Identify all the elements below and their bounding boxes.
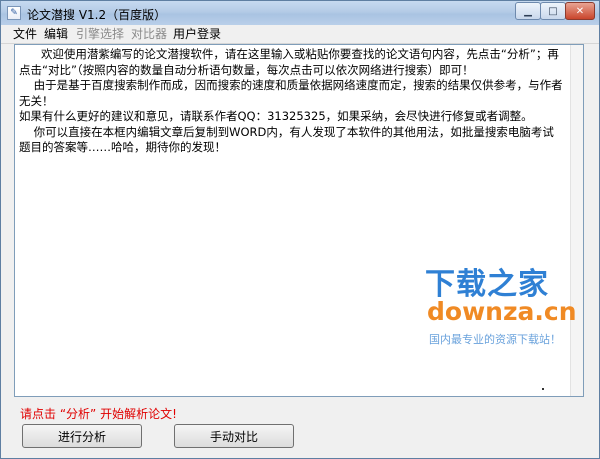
article-text[interactable]: 欢迎使用潜紫编写的论文潜搜软件，请在这里输入或粘贴你要查找的论文语句内容，先点击… bbox=[19, 47, 565, 156]
minimize-icon: ▁ bbox=[524, 5, 532, 17]
menu-user-login[interactable]: 用户登录 bbox=[173, 27, 221, 41]
close-button[interactable]: ✕ bbox=[565, 2, 595, 20]
manual-compare-button[interactable]: 手动对比 bbox=[174, 424, 294, 448]
menu-engine-select[interactable]: 引擎选择 bbox=[76, 27, 124, 41]
menu-file[interactable]: 文件 bbox=[13, 27, 37, 41]
watermark-logo: 下载之家 downza.cn 国内最专业的资源下载站！ bbox=[425, 259, 585, 349]
app-icon: ✎ bbox=[7, 6, 21, 20]
menu-edit[interactable]: 编辑 bbox=[44, 27, 68, 41]
app-window: ✎ 论文潜搜 V1.2（百度版） ▁ □ ✕ 文件 编辑 引擎选择 对比器 用户… bbox=[0, 0, 600, 459]
maximize-icon: □ bbox=[548, 5, 558, 17]
analyze-button[interactable]: 进行分析 bbox=[22, 424, 142, 448]
watermark-url: downza.cn bbox=[427, 297, 577, 326]
close-icon: ✕ bbox=[575, 5, 585, 17]
editor-marker bbox=[542, 388, 544, 390]
title-bar: ✎ 论文潜搜 V1.2（百度版） ▁ □ ✕ bbox=[1, 1, 599, 25]
menu-comparator[interactable]: 对比器 bbox=[131, 27, 167, 41]
minimize-button[interactable]: ▁ bbox=[515, 2, 541, 20]
watermark-slogan: 国内最专业的资源下载站！ bbox=[429, 333, 561, 346]
window-title: 论文潜搜 V1.2（百度版） bbox=[27, 8, 167, 22]
maximize-button[interactable]: □ bbox=[540, 2, 566, 20]
menu-bar: 文件 编辑 引擎选择 对比器 用户登录 bbox=[1, 25, 599, 44]
status-message: 请点击 “分析” 开始解析论文! bbox=[20, 407, 177, 421]
